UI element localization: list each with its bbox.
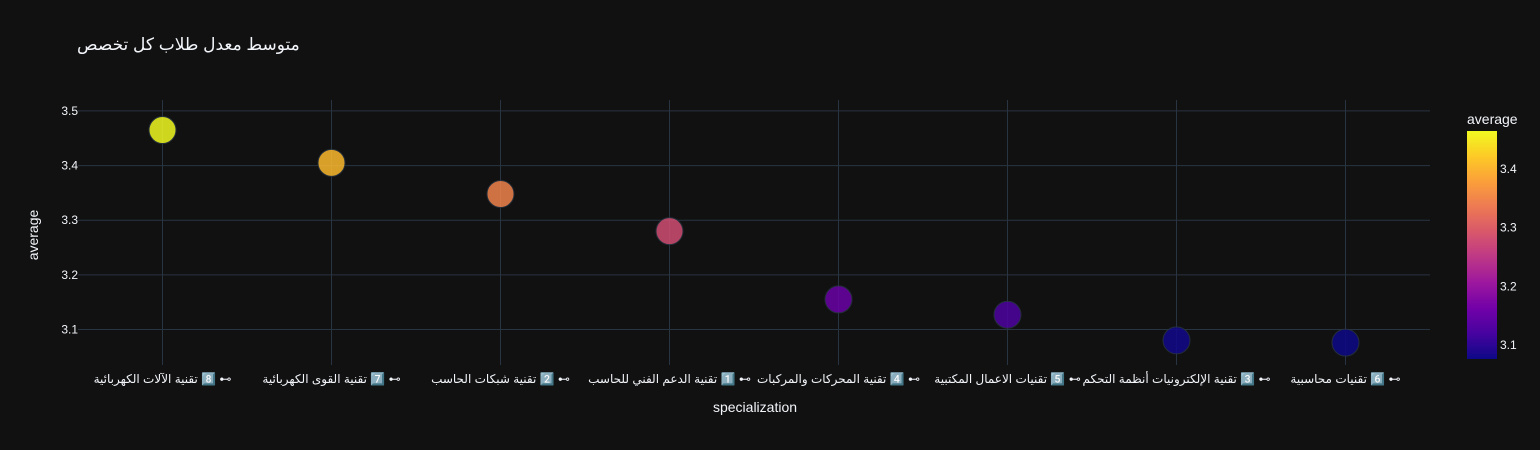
x-axis-title: specialization xyxy=(713,399,797,415)
colorbar-tick-label: 3.4 xyxy=(1500,162,1517,176)
x-axis-ticks: ⊶ 8️⃣ تقنية الآلات الكهربائية ⊶ 7️⃣ تقنية… xyxy=(94,371,1401,387)
x-tick-label: ⊶ 3️⃣ تقنية الإلكترونيات أنظمة التحكم xyxy=(1083,371,1271,387)
y-axis-ticks: 3.1 3.2 3.3 3.4 3.5 xyxy=(61,104,78,337)
x-tick-label: ⊶ 4️⃣ تقنية المحركات والمركبات xyxy=(757,372,920,387)
grid-lines xyxy=(78,100,1430,365)
x-tick-label: ⊶ 5️⃣ تقنيات الاعمال المكتبية xyxy=(934,372,1080,386)
chart-root: متوسط معدل طلاب كل تخصص ⊶ 8️⃣ تقنية الآل… xyxy=(0,0,1540,450)
x-tick-label: ⊶ 7️⃣ تقنية القوى الكهربائية xyxy=(262,372,400,387)
x-tick-label: ⊶ 6️⃣ تقنيات محاسبية xyxy=(1290,372,1400,386)
x-tick-label: ⊶ 1️⃣ تقنية الدعم الفني للحاسب xyxy=(588,372,751,386)
data-point[interactable] xyxy=(824,285,853,314)
colorbar-tick-label: 3.1 xyxy=(1500,338,1517,352)
data-point[interactable] xyxy=(317,148,346,177)
colorbar-ticks: 3.1 3.2 3.3 3.4 xyxy=(1500,162,1517,352)
data-point[interactable] xyxy=(1331,328,1360,357)
data-point[interactable] xyxy=(1162,326,1191,355)
data-point[interactable] xyxy=(486,179,515,208)
colorbar-tick-label: 3.3 xyxy=(1500,221,1517,235)
colorbar: average 3.1 3.2 3.3 3.4 xyxy=(1467,111,1518,359)
data-point[interactable] xyxy=(148,116,177,145)
y-tick-label: 3.4 xyxy=(61,159,78,173)
y-tick-label: 3.2 xyxy=(61,268,78,282)
x-tick-label: ⊶ 8️⃣ تقنية الآلات الكهربائية xyxy=(94,372,232,387)
colorbar-gradient xyxy=(1467,131,1497,359)
scatter-chart: متوسط معدل طلاب كل تخصص ⊶ 8️⃣ تقنية الآل… xyxy=(25,35,1518,415)
data-point[interactable] xyxy=(655,217,684,246)
data-points xyxy=(148,116,1360,357)
y-axis-title: average xyxy=(25,209,41,260)
y-tick-label: 3.1 xyxy=(61,322,78,336)
y-tick-label: 3.3 xyxy=(61,213,78,227)
x-tick-label: ⊶ 2️⃣ تقنية شبكات الحاسب xyxy=(431,372,570,386)
colorbar-tick-label: 3.2 xyxy=(1500,279,1517,293)
data-point[interactable] xyxy=(993,300,1022,329)
chart-title: متوسط معدل طلاب كل تخصص xyxy=(77,35,300,54)
y-tick-label: 3.5 xyxy=(61,104,78,118)
colorbar-title: average xyxy=(1467,111,1518,127)
